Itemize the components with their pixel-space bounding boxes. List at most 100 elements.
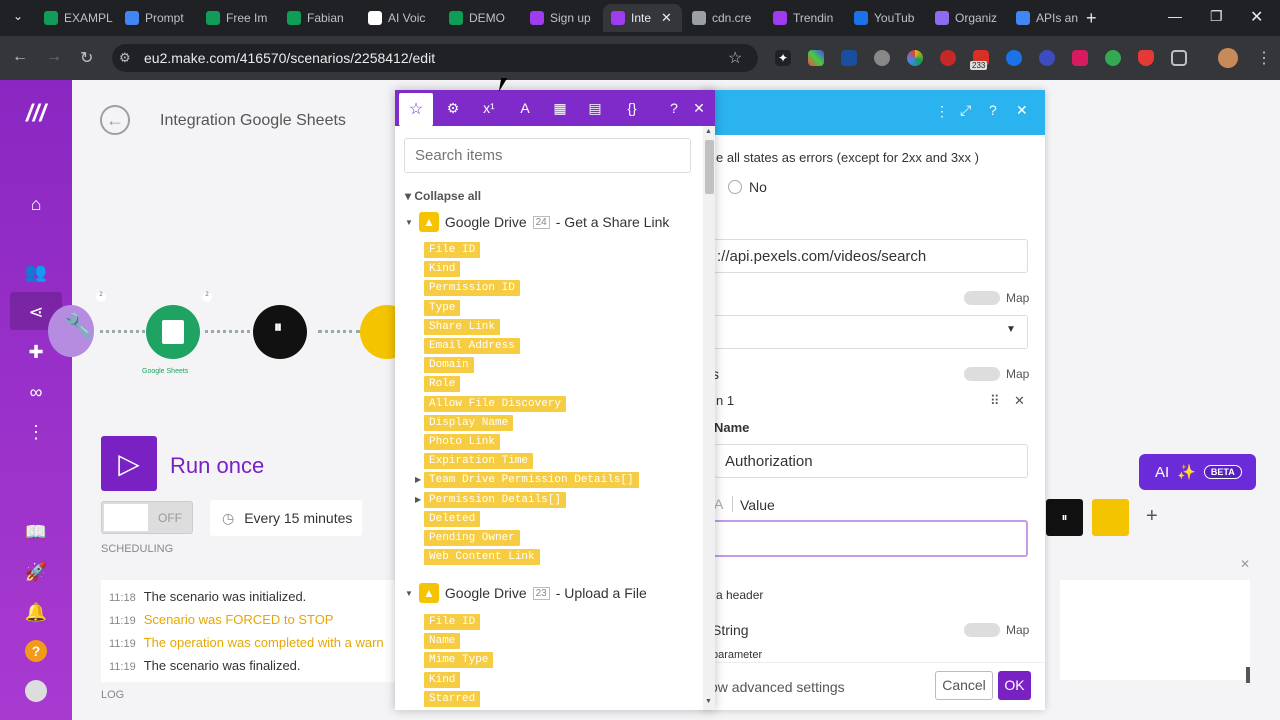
mapping-item-pill[interactable]: Starred <box>424 690 481 707</box>
method-select[interactable]: ▼ <box>710 315 1028 349</box>
browser-tab[interactable]: Fabian <box>279 4 358 32</box>
panel-scrollbar-thumb[interactable] <box>705 140 714 194</box>
extension-icon[interactable] <box>907 50 923 66</box>
browser-tab[interactable]: DEMO <box>441 4 520 32</box>
expand-caret-icon[interactable]: ▶ <box>415 495 421 504</box>
expand-caret-icon[interactable]: ▶ <box>415 475 421 484</box>
array-functions-icon[interactable]: ▤ <box>584 98 606 118</box>
extensions-puzzle-icon[interactable] <box>1171 50 1187 66</box>
mapping-item-pill[interactable]: Permission Details[] <box>424 491 567 508</box>
browser-tab[interactable]: EXAMPL <box>36 4 115 32</box>
mapping-item-pill[interactable]: Share Link <box>424 318 501 335</box>
back-arrow-icon[interactable]: ← <box>100 105 130 135</box>
scenarios-share-icon[interactable]: ⋖ <box>24 300 48 324</box>
ai-assistant-button[interactable]: AI ✨ BETA <box>1139 454 1256 490</box>
mapping-item-pill[interactable]: Photo Link <box>424 434 501 450</box>
extension-icon[interactable] <box>808 50 824 66</box>
apps-puzzle-icon[interactable]: ✚ <box>24 340 48 364</box>
general-gear-icon[interactable]: ⚙ <box>442 98 464 118</box>
map-toggle[interactable]: Map <box>964 291 1038 305</box>
extension-icon[interactable] <box>874 50 890 66</box>
mapping-item-pill[interactable]: Domain <box>424 357 474 374</box>
dialog-close-icon[interactable]: ✕ <box>1016 102 1028 119</box>
team-icon[interactable]: 👥 <box>24 260 48 284</box>
make-logo[interactable]: /// <box>19 102 53 126</box>
date-functions-icon[interactable]: ▦ <box>549 98 571 118</box>
site-info-icon[interactable]: ⚙ <box>119 50 131 66</box>
mapping-item-pill[interactable]: File ID <box>424 242 481 258</box>
bookmark-star-icon[interactable]: ☆ <box>728 48 742 68</box>
advanced-settings-toggle[interactable]: ow advanced settings <box>710 679 845 695</box>
browser-tab[interactable]: cdn.cre <box>684 4 763 32</box>
mapping-item-pill[interactable]: Type <box>424 299 461 316</box>
connections-link-icon[interactable]: ∞ <box>24 380 48 404</box>
browser-tab[interactable]: Free Im <box>198 4 277 32</box>
no-radio[interactable] <box>728 180 742 194</box>
mapping-item-pill[interactable]: Display Name <box>424 414 514 431</box>
collapse-all-link[interactable]: ▾ Collapse all <box>405 189 481 203</box>
mapping-item-pill[interactable]: Kind <box>424 671 461 688</box>
drag-handle-icon[interactable]: ⠿ <box>990 393 1000 409</box>
mapping-item-pill[interactable]: Email Address <box>424 338 520 354</box>
search-items-input[interactable] <box>404 138 691 173</box>
browser-menu-icon[interactable]: ⋮ <box>1256 48 1272 68</box>
expand-icon[interactable]: ⤢ <box>960 102 971 119</box>
browser-tab[interactable]: APIs an <box>1008 4 1087 32</box>
dialog-help-icon[interactable]: ? <box>989 102 997 118</box>
json-braces-icon[interactable]: {} <box>621 98 643 118</box>
header-value-field[interactable] <box>710 520 1028 557</box>
close-tab-icon[interactable]: ✕ <box>661 10 672 26</box>
scroll-up-icon[interactable]: ▲ <box>705 128 712 135</box>
maximize-icon[interactable]: ❐ <box>1210 8 1223 25</box>
panel-scrollbar[interactable] <box>1246 667 1250 683</box>
new-tab-icon[interactable]: + <box>1086 8 1097 29</box>
run-once-label[interactable]: Run once <box>170 453 264 479</box>
ok-button[interactable]: OK <box>998 671 1031 700</box>
panel-scrollbar-track[interactable] <box>703 126 715 710</box>
help-icon[interactable]: ? <box>25 640 47 662</box>
map-toggle[interactable]: Map <box>964 367 1038 381</box>
add-module-icon[interactable]: + <box>1146 505 1158 528</box>
mapping-item-pill[interactable]: Expiration Time <box>424 453 534 470</box>
extension-icon[interactable] <box>940 50 956 66</box>
schedule-interval-button[interactable]: ◷ Every 15 minutes <box>210 500 362 536</box>
run-once-button[interactable]: ▷ <box>101 436 157 491</box>
close-icon[interactable]: ✕ <box>688 98 710 118</box>
extension-icon[interactable] <box>1072 50 1088 66</box>
shield-extension-icon[interactable] <box>841 50 857 66</box>
more-icon[interactable]: ⋮ <box>24 420 48 444</box>
rocket-icon[interactable]: 🚀 <box>24 560 48 584</box>
module-output-group[interactable]: ▼ ▲ Google Drive 24 - Get a Share Link <box>405 212 669 232</box>
mapping-item-pill[interactable]: File ID <box>424 614 481 630</box>
forward-icon[interactable]: → <box>46 48 62 66</box>
docs-book-icon[interactable]: 📖 <box>24 520 48 544</box>
help-icon[interactable]: ? <box>663 98 685 118</box>
header-name-field[interactable]: Authorization <box>714 444 1028 478</box>
mapping-item-pill[interactable]: Role <box>424 376 461 393</box>
user-avatar[interactable] <box>25 680 47 702</box>
map-toggle[interactable]: Map <box>964 623 1038 637</box>
browser-tab[interactable]: Sign up <box>522 4 601 32</box>
mapping-item-pill[interactable]: Permission ID <box>424 280 520 297</box>
favorites-star-icon[interactable]: ☆ <box>399 93 433 126</box>
remove-item-icon[interactable]: ✕ <box>1014 393 1025 409</box>
tab-search-icon[interactable]: ⌄ <box>8 9 28 27</box>
scroll-down-icon[interactable]: ▼ <box>705 698 712 705</box>
mapping-item-pill[interactable]: Mime Type <box>424 652 494 669</box>
pause-button[interactable]: ⏸ <box>1046 499 1083 536</box>
mapping-item-pill[interactable]: Deleted <box>424 510 481 527</box>
reload-icon[interactable]: ↻ <box>80 48 93 68</box>
dialog-menu-icon[interactable]: ⋮ <box>935 103 949 120</box>
url-field[interactable]: ://api.pexels.com/videos/search <box>710 239 1028 273</box>
extension-icon[interactable] <box>1039 50 1055 66</box>
extension-icon[interactable] <box>1105 50 1121 66</box>
home-icon[interactable]: ⌂ <box>24 192 48 216</box>
browser-tab[interactable]: Inte ✕ <box>603 4 682 32</box>
mapping-item-pill[interactable]: Web Content Link <box>424 549 540 566</box>
browser-tab[interactable]: Prompt <box>117 4 196 32</box>
profile-avatar[interactable] <box>1218 48 1238 68</box>
mapping-item-pill[interactable]: Kind <box>424 261 461 278</box>
mapping-item-pill[interactable]: Team Drive Permission Details[] <box>424 472 639 489</box>
back-icon[interactable]: ← <box>12 48 28 66</box>
browser-tab[interactable]: YouTub <box>846 4 925 32</box>
